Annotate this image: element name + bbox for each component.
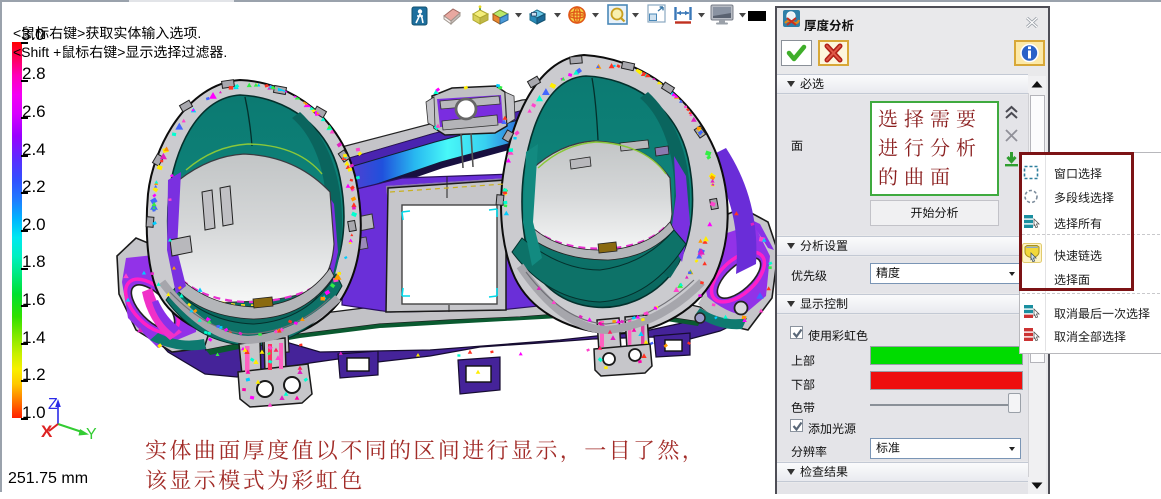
svg-text:Z: Z bbox=[48, 396, 58, 413]
svg-text:X: X bbox=[41, 422, 53, 441]
svg-text:Y: Y bbox=[86, 426, 97, 443]
